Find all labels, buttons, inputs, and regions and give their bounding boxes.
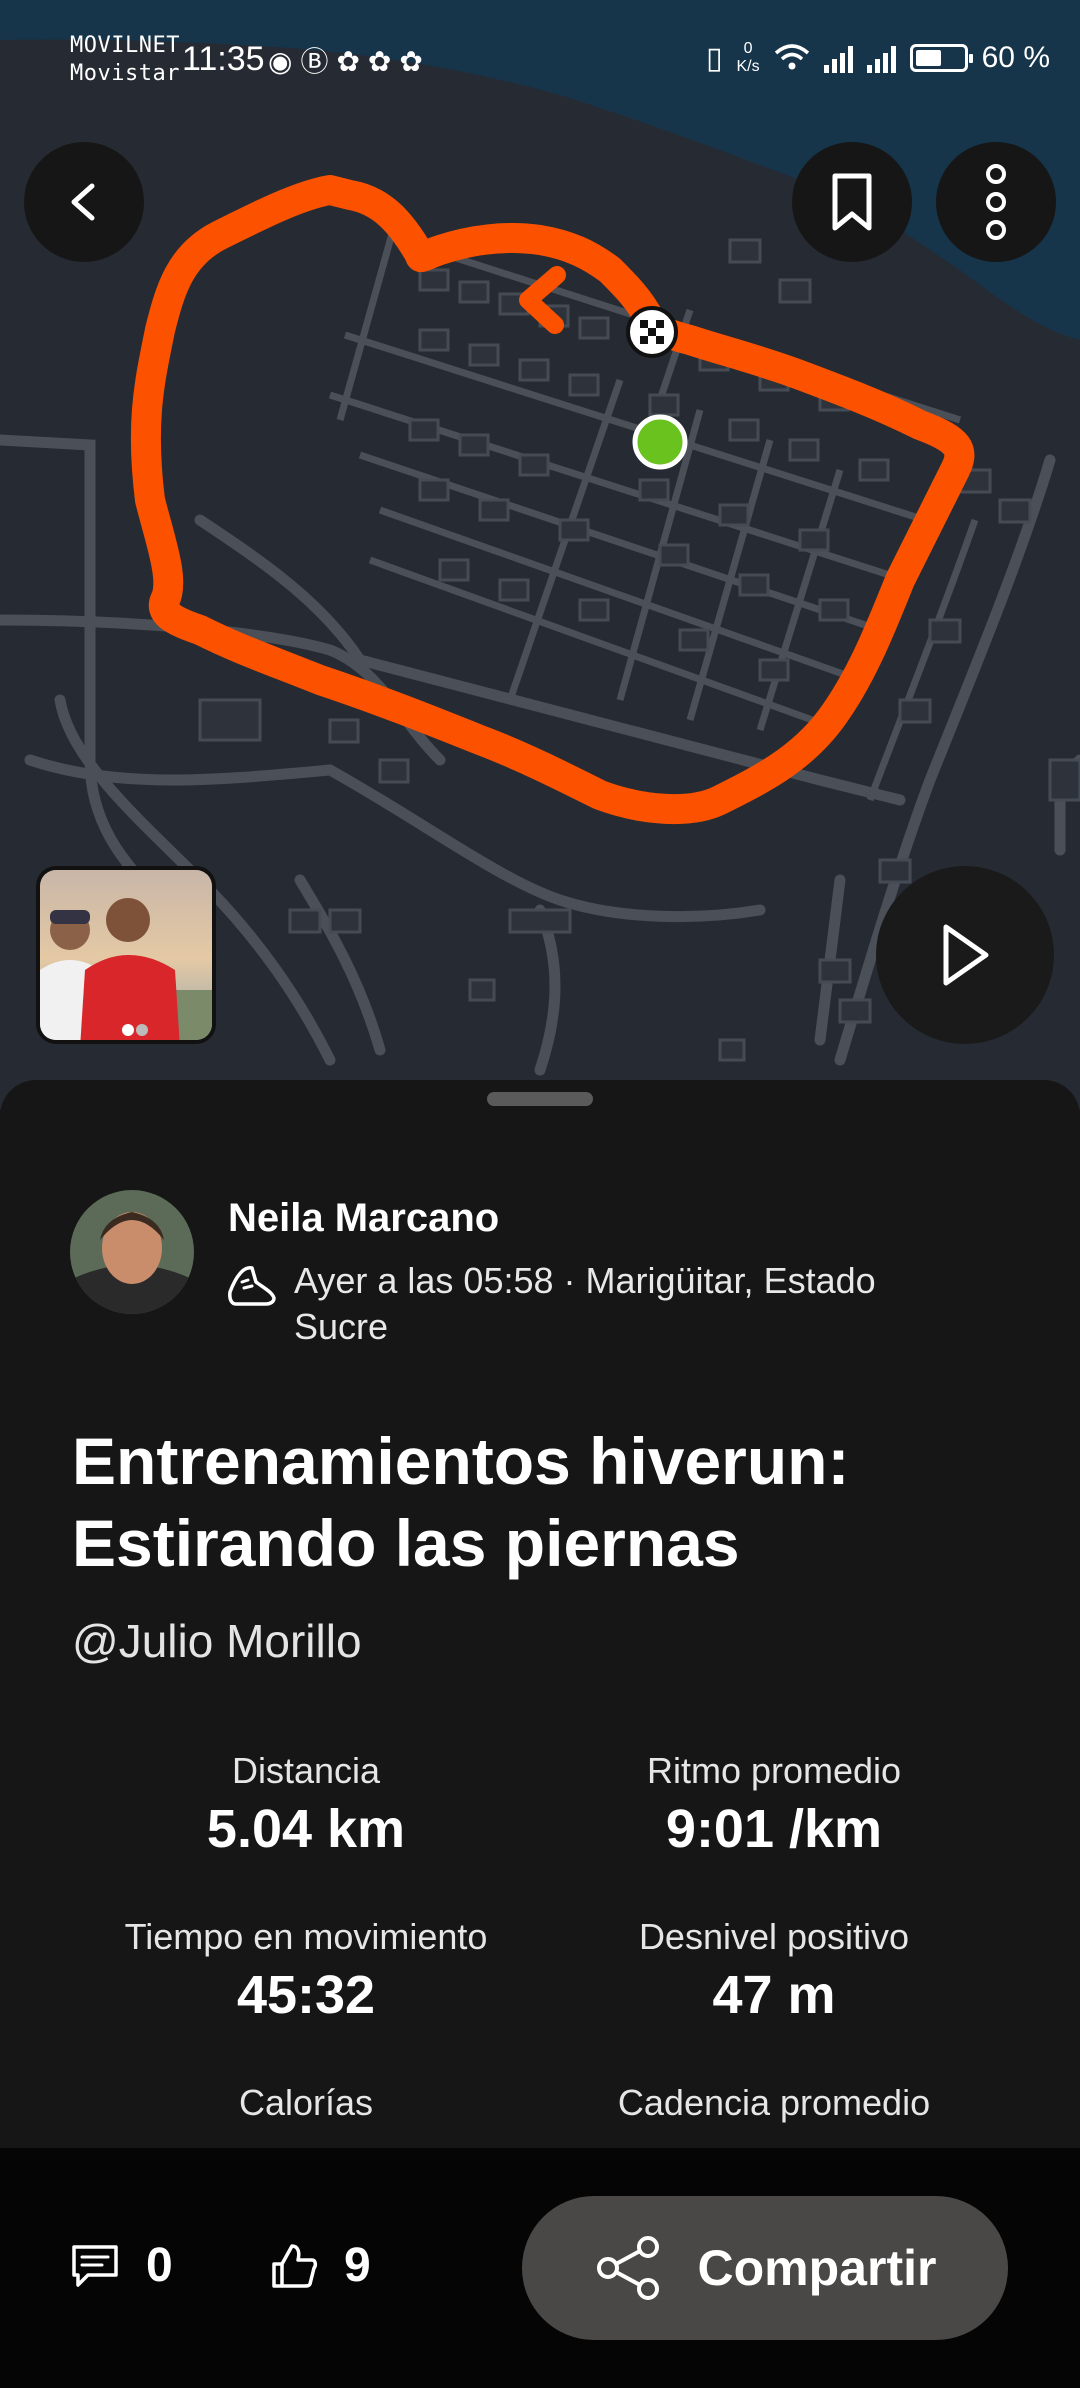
net-speed-value: 0 <box>743 40 753 57</box>
bookmark-button[interactable] <box>792 142 912 262</box>
stat-value: 45:32 <box>236 1965 376 2025</box>
run-shoe-icon <box>228 1266 276 1306</box>
battery-percent: 60 % <box>981 41 1050 74</box>
stat-elevation-gain: Desnivel positivo 47 m <box>514 1916 1034 2026</box>
status-right-icons: ▯ 0 K/s 60 % <box>706 40 1050 76</box>
stat-label: Tiempo en movimiento <box>124 1916 488 1957</box>
tagged-athlete[interactable]: @Julio Morillo <box>72 1614 362 1668</box>
vibrate-icon: ▯ <box>705 41 723 75</box>
stat-avg-pace: Ritmo promedio 9:01 /km <box>514 1750 1034 1860</box>
activity-title: Entrenamientos hiverun: Estirando las pi… <box>72 1424 850 1580</box>
stat-avg-cadence: Cadencia promedio <box>514 2082 1034 2130</box>
stat-calories: Calorías <box>46 2082 566 2130</box>
eye-icon: ◉ <box>268 46 301 77</box>
comments-button[interactable]: 0 <box>70 2238 173 2293</box>
finish-marker-icon <box>626 306 678 358</box>
stat-label: Calorías <box>238 2082 374 2123</box>
notification-icon: ✿ <box>399 46 431 77</box>
stat-label: Distancia <box>231 1750 381 1791</box>
activity-photo <box>40 870 212 1040</box>
stat-distance: Distancia 5.04 km <box>46 1750 566 1860</box>
stat-label: Ritmo promedio <box>646 1750 902 1791</box>
notification-icon: ✿ <box>336 46 368 77</box>
back-button[interactable] <box>24 142 144 262</box>
net-speed-unit: K/s <box>736 58 760 75</box>
stat-value: 5.04 km <box>206 1799 406 1859</box>
kudos-button[interactable]: 9 <box>270 2238 371 2293</box>
battery-icon <box>909 44 973 72</box>
share-icon <box>596 2236 659 2300</box>
signal-icon <box>823 43 853 73</box>
back-icon <box>71 183 95 221</box>
athlete-name[interactable]: Neila Marcano <box>228 1196 499 1241</box>
more-options-button[interactable] <box>936 142 1056 262</box>
play-flyover-button[interactable] <box>876 866 1054 1044</box>
activity-meta: Ayer a las 05:58 · Marigüitar, Estado Su… <box>294 1260 876 1347</box>
kudos-count: 9 <box>344 2239 371 2292</box>
notification-icon: ✿ <box>367 46 400 77</box>
athlete-avatar[interactable] <box>70 1190 194 1314</box>
play-icon <box>943 924 989 986</box>
stat-label: Desnivel positivo <box>638 1916 910 1957</box>
stat-moving-time: Tiempo en movimiento 45:32 <box>46 1916 566 2026</box>
stat-label: Cadencia promedio <box>617 2082 931 2123</box>
bookmark-icon <box>832 173 872 231</box>
carrier-1: MOVILNET <box>70 33 180 58</box>
wifi-icon <box>774 44 809 70</box>
signal-icon <box>866 43 896 73</box>
more-icon <box>986 164 1006 240</box>
activity-photo-thumbnail[interactable] <box>36 866 216 1044</box>
stat-value: 47 m <box>712 1965 836 2025</box>
status-left-icons: ◉Ⓑ✿✿✿ <box>268 40 431 80</box>
sheet-drag-handle[interactable] <box>487 1092 593 1106</box>
start-marker-icon <box>632 414 688 470</box>
comment-icon <box>72 2244 118 2287</box>
share-label: Compartir <box>697 2240 937 2296</box>
share-button[interactable]: Compartir <box>522 2196 1008 2340</box>
comments-count: 0 <box>146 2239 173 2292</box>
thumbs-up-icon <box>272 2243 318 2288</box>
avatar-image <box>70 1190 194 1314</box>
carrier-2: Movistar <box>70 61 180 86</box>
b-icon: Ⓑ <box>300 46 337 77</box>
clock: 11:35 <box>182 40 265 78</box>
carrier-info: MOVILNET Movistar <box>70 32 180 88</box>
stat-value: 9:01 /km <box>665 1799 883 1859</box>
net-speed: 0 K/s <box>736 40 759 76</box>
status-bar: MOVILNET Movistar 11:35 ◉Ⓑ✿✿✿ ▯ 0 K/s 60… <box>0 0 1080 120</box>
